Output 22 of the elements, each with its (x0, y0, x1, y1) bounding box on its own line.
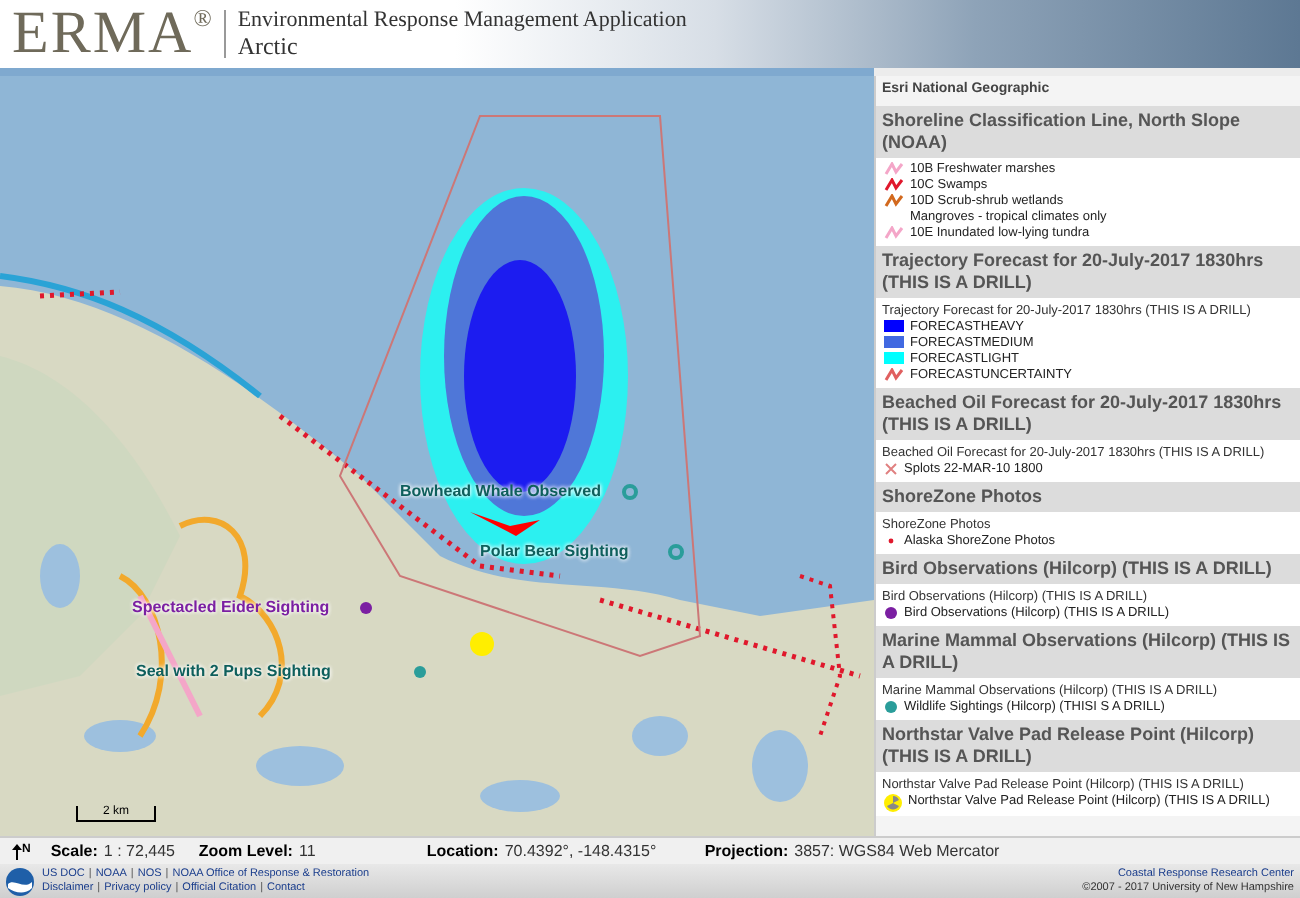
section-title[interactable]: ShoreZone Photos (876, 481, 1300, 511)
status-label: Projection: (704, 839, 789, 863)
section-title[interactable]: Marine Mammal Observations (Hilcorp) (THIS IS A DRILL) (876, 625, 1300, 677)
section-title[interactable]: Beached Oil Forecast for 20-July-2017 1830hrs (THIS IS A DRILL) (876, 387, 1300, 439)
section-title[interactable]: Bird Observations (Hilcorp) (THIS IS A DRILL) (876, 553, 1300, 583)
map-label[interactable]: Polar Bear Sighting (480, 542, 629, 562)
status-value: 11 (298, 839, 316, 863)
status-value: 3857: WGS84 Web Mercator (794, 839, 1000, 863)
app-title: Environmental Response Management Application (237, 8, 687, 34)
region-title: Arctic (237, 34, 300, 60)
section-title[interactable]: Shoreline Classification Line, North Slope (NOAA) (876, 105, 1300, 157)
seal-logo-icon (6, 867, 34, 895)
logo-text: ERMA (12, 4, 194, 64)
status-label: Location: (426, 839, 499, 863)
registered-mark: ® (193, 4, 212, 32)
section-title[interactable]: Trajectory Forecast for 20-July-2017 1830hrs (THIS IS A DRILL) (876, 245, 1300, 297)
status-value: 70.4392°, -148.4315° (504, 839, 657, 863)
north-arrow-icon (12, 843, 22, 859)
status-label: Zoom Level: (198, 839, 293, 863)
status-value: 1 : 72,445 (103, 839, 176, 863)
section-title[interactable]: Northstar Valve Pad Release Point (Hilcorp) (THIS IS A DRILL) (876, 719, 1300, 771)
status-label: Scale: (50, 839, 98, 863)
